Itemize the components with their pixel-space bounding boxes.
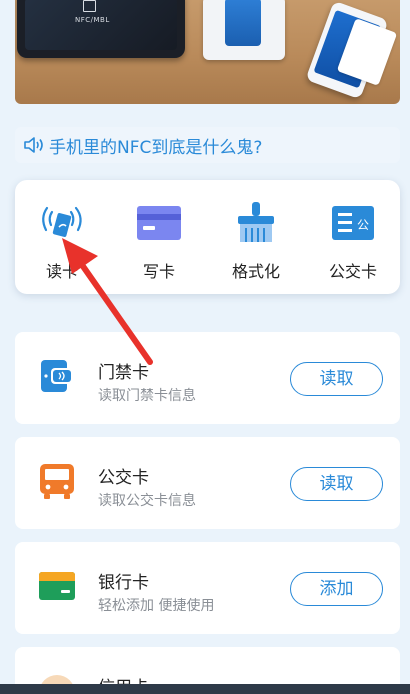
format-label: 格式化 — [231, 262, 280, 281]
tablet-logo-icon — [83, 0, 96, 12]
read-bus-card-button[interactable]: 读取 — [290, 467, 383, 501]
tablet-brand: NFC∕MBL — [75, 16, 110, 24]
hero-banner[interactable]: NFC∕MBL — [15, 0, 400, 104]
bus-card-icon: 公 — [332, 206, 374, 240]
phone-image — [203, 0, 285, 60]
bus-icon — [40, 464, 74, 499]
access-card-icon — [41, 360, 73, 392]
notice-bar[interactable]: 手机里的NFC到底是什么鬼? — [15, 127, 400, 163]
bus-card-subtitle: 读取公交卡信息 — [98, 493, 196, 509]
read-access-card-button[interactable]: 读取 — [290, 362, 383, 396]
notice-text: 手机里的NFC到底是什么鬼? — [49, 137, 263, 158]
list-item-bank-card[interactable]: 银行卡 轻松添加 便捷使用 添加 — [15, 542, 400, 634]
bus-card-function-label: 公交卡 — [328, 262, 377, 281]
write-card-icon — [137, 206, 181, 240]
nfc-read-icon — [42, 206, 82, 237]
access-card-subtitle: 读取门禁卡信息 — [98, 388, 196, 404]
read-card-label: 读卡 — [45, 262, 78, 281]
bus-card-title: 公交卡 — [98, 468, 149, 488]
function-grid: 读卡 写卡 格式化 公 公交卡 — [15, 180, 400, 294]
list-item-bus-card[interactable]: 公交卡 读取公交卡信息 读取 — [15, 437, 400, 529]
bank-card-subtitle: 轻松添加 便捷使用 — [98, 598, 215, 614]
access-card-title: 门禁卡 — [98, 363, 149, 383]
speaker-icon — [24, 137, 43, 153]
bank-card-title: 银行卡 — [98, 573, 149, 593]
write-card-button[interactable]: 写卡 — [119, 200, 199, 282]
bus-card-function-button[interactable]: 公 公交卡 — [313, 200, 393, 282]
read-card-button[interactable]: 读卡 — [22, 200, 102, 282]
format-brush-icon — [238, 202, 274, 242]
write-card-label: 写卡 — [142, 262, 175, 281]
tablet-image: NFC∕MBL — [17, 0, 185, 58]
format-button[interactable]: 格式化 — [216, 200, 296, 282]
bottom-bar — [0, 684, 410, 694]
svg-text:公: 公 — [357, 218, 369, 232]
list-item-access-card[interactable]: 门禁卡 读取门禁卡信息 读取 — [15, 332, 400, 424]
bank-card-icon — [39, 572, 75, 600]
add-bank-card-button[interactable]: 添加 — [290, 572, 383, 606]
